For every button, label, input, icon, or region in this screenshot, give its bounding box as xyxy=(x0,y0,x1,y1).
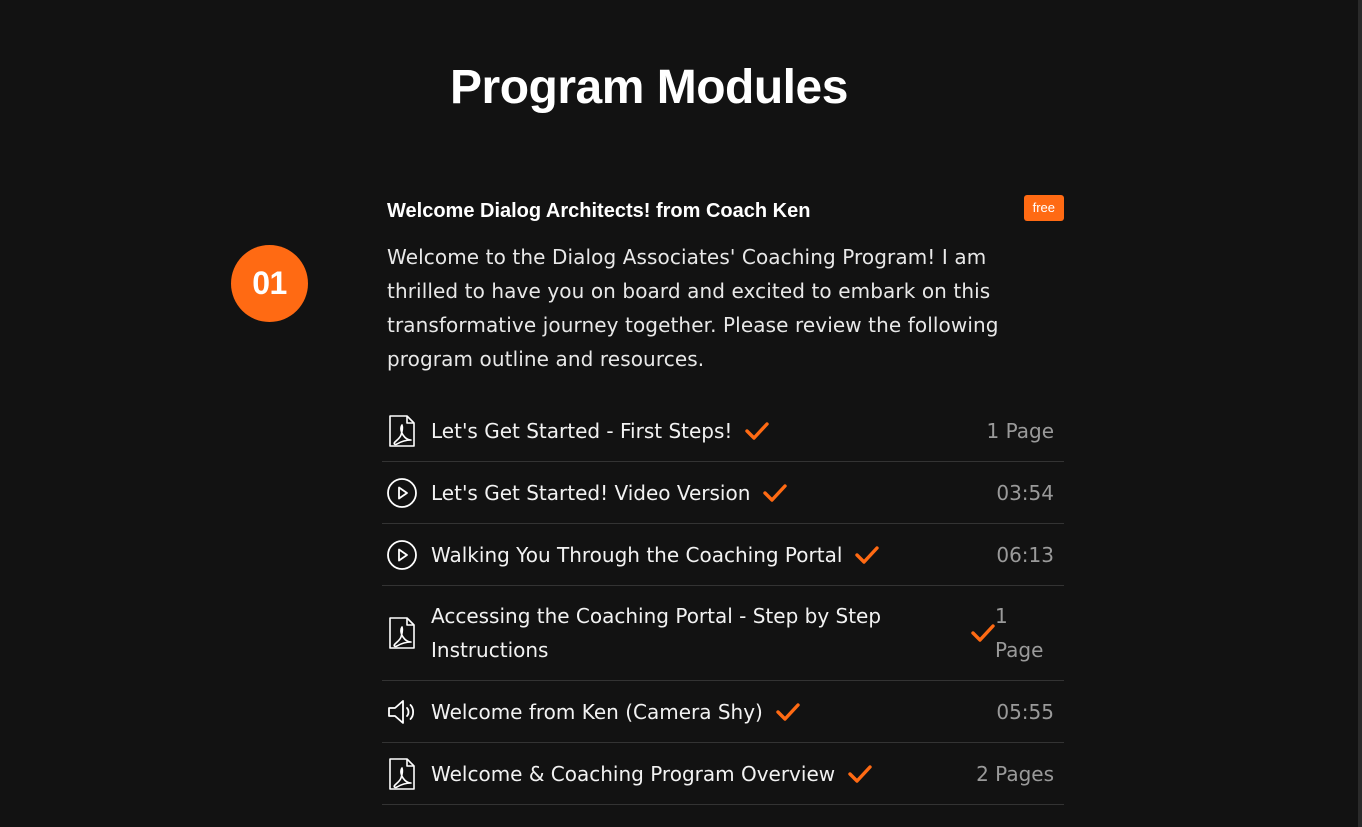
check-icon xyxy=(763,483,788,503)
lesson-body: Let's Get Started! Video Version 03:54 xyxy=(431,476,1064,510)
lesson-body: Welcome & Coaching Program Overview 2 Pa… xyxy=(431,757,1064,791)
program-modules-page: Program Modules 01 Welcome Dialog Archit… xyxy=(0,0,1362,827)
lesson-meta: 1 Page xyxy=(995,604,1044,662)
check-icon xyxy=(971,623,995,643)
lesson-title[interactable]: Let's Get Started - First Steps! xyxy=(431,414,732,448)
audio-icon xyxy=(384,694,420,730)
page-title: Program Modules xyxy=(450,61,848,114)
lesson-item[interactable]: Let's Get Started - First Steps! 1 Page xyxy=(382,400,1064,462)
lesson-body: Walking You Through the Coaching Portal … xyxy=(431,538,1064,572)
lesson-item[interactable]: Welcome from Ken (Camera Shy) 05:55 xyxy=(382,681,1064,743)
check-icon xyxy=(776,702,800,722)
lesson-meta: 06:13 xyxy=(996,542,1054,567)
lesson-title[interactable]: Welcome from Ken (Camera Shy) xyxy=(431,695,763,729)
pdf-icon xyxy=(384,615,420,651)
pdf-icon xyxy=(384,756,420,792)
lesson-list: Let's Get Started - First Steps! 1 Page xyxy=(382,400,1064,805)
lesson-body: Accessing the Coaching Portal - Step by … xyxy=(431,599,1067,667)
free-badge: free xyxy=(1023,195,1064,221)
lesson-title[interactable]: Accessing the Coaching Portal - Step by … xyxy=(431,599,951,667)
check-icon xyxy=(848,764,872,784)
module-description: Welcome to the Dialog Associates' Coachi… xyxy=(387,245,999,371)
lesson-meta: 2 Pages xyxy=(976,761,1054,786)
lesson-body: Welcome from Ken (Camera Shy) 05:55 xyxy=(431,695,1064,729)
lesson-item[interactable]: Walking You Through the Coaching Portal … xyxy=(382,524,1064,586)
lesson-meta: 03:54 xyxy=(996,480,1054,505)
play-icon xyxy=(384,537,420,573)
module-title[interactable]: Welcome Dialog Architects! from Coach Ke… xyxy=(387,198,810,224)
lesson-title[interactable]: Walking You Through the Coaching Portal xyxy=(431,538,842,572)
lesson-title[interactable]: Welcome & Coaching Program Overview xyxy=(431,757,835,791)
lesson-body: Let's Get Started - First Steps! 1 Page xyxy=(431,414,1064,448)
scrollbar[interactable] xyxy=(1358,0,1362,827)
lesson-meta: 1 Page xyxy=(986,418,1055,443)
lesson-item[interactable]: Accessing the Coaching Portal - Step by … xyxy=(382,586,1064,681)
lesson-title[interactable]: Let's Get Started! Video Version xyxy=(431,476,750,510)
lesson-item[interactable]: Welcome & Coaching Program Overview 2 Pa… xyxy=(382,743,1064,805)
module-card: Welcome Dialog Architects! from Coach Ke… xyxy=(382,192,1064,805)
lesson-meta: 05:55 xyxy=(996,699,1054,724)
check-icon xyxy=(855,545,880,565)
module-number-badge: 01 xyxy=(231,245,308,322)
check-icon xyxy=(745,421,770,441)
pdf-icon xyxy=(384,413,420,449)
module-header: Welcome Dialog Architects! from Coach Ke… xyxy=(382,192,1064,228)
play-icon xyxy=(384,475,420,511)
lesson-item[interactable]: Let's Get Started! Video Version 03:54 xyxy=(382,462,1064,524)
